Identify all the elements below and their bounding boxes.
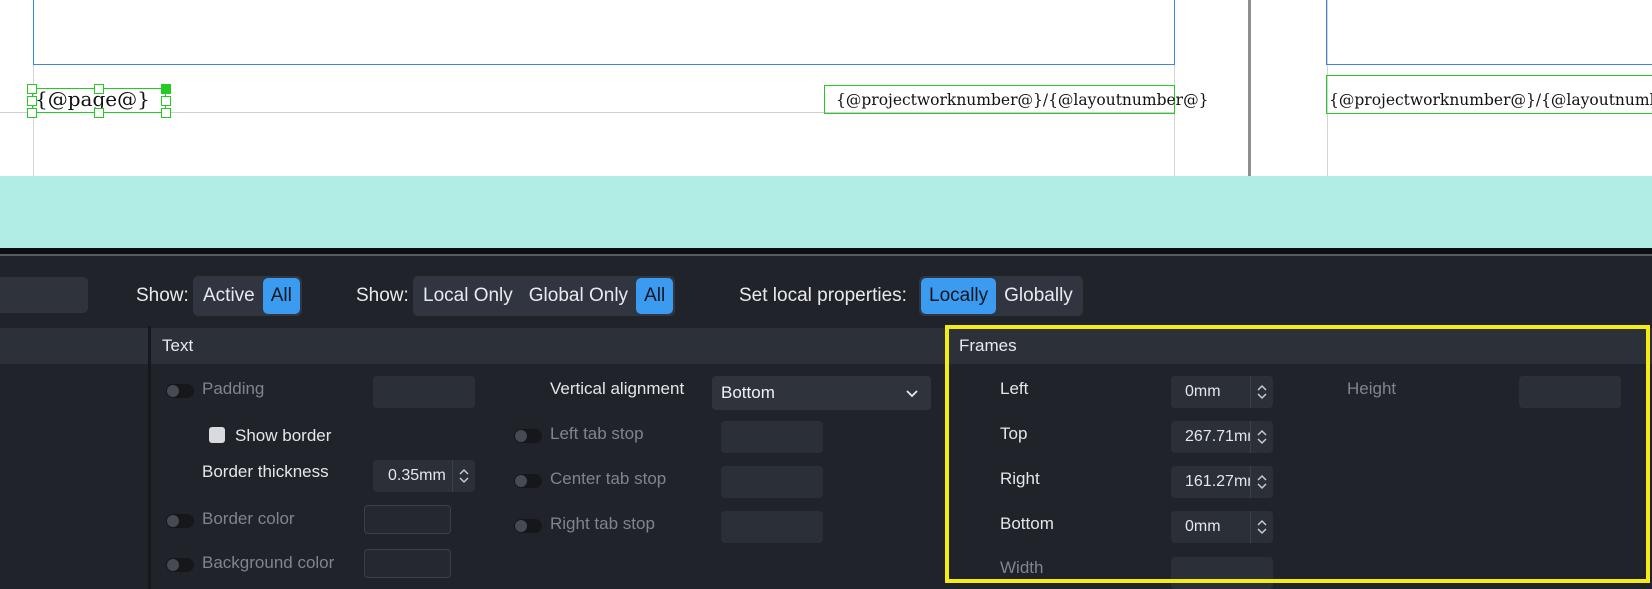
show-all-button-2[interactable]: All [636,278,674,314]
resize-handle-mr[interactable] [161,96,171,106]
show-border-checkbox[interactable] [209,427,225,443]
show-all-button[interactable]: All [262,278,300,314]
border-color-swatch[interactable] [364,505,451,534]
bottom-spin[interactable] [1250,511,1273,543]
resize-handle-bl[interactable] [27,108,37,118]
left-panel-header [0,328,159,364]
background-color-label: Background color [202,553,335,572]
vertical-alignment-label: Vertical alignment [550,379,685,398]
page-separator [1248,0,1251,176]
left-label: Left [1000,379,1029,398]
global-only-button[interactable]: Global Only [521,278,636,314]
padding-toggle[interactable] [166,384,194,398]
chevron-down-icon[interactable] [1256,482,1268,490]
chevron-down-icon[interactable] [1256,527,1268,535]
center-tab-stop-toggle[interactable] [514,474,542,488]
page-number-field: {@page@} [35,87,150,111]
search-input[interactable] [0,277,88,313]
text-panel-title: Text [162,336,194,355]
resize-handle-tc[interactable] [94,84,104,94]
resize-handle-ml[interactable] [27,96,37,106]
resize-handle-tr[interactable] [161,84,171,94]
height-input[interactable] [1519,376,1621,408]
set-local-label: Set local properties: [739,285,907,306]
padding-label: Padding [202,379,265,398]
resize-handle-br[interactable] [161,108,171,118]
local-only-button[interactable]: Local Only [415,278,521,314]
left-tab-stop-input[interactable] [721,421,823,453]
footer-number-field: {@projectworknumber@}/{@layoutnumber@} [836,91,1209,109]
border-thickness-value: 0.35mm [388,467,446,484]
resize-handle-tl[interactable] [27,84,37,94]
footer-number-frame-page2[interactable]: {@projectworknumber@}/{@layoutnumber@ [1326,75,1652,114]
left-spin[interactable] [1250,376,1273,408]
padding-input[interactable] [373,376,475,408]
vertical-alignment-value: Bottom [721,383,775,402]
bottom-label: Bottom [1000,514,1054,533]
chevron-up-icon[interactable] [1256,384,1268,392]
bottom-value: 0mm [1185,518,1221,535]
left-tab-stop-toggle[interactable] [514,429,542,443]
chevron-up-icon[interactable] [458,468,470,476]
right-tab-stop-input[interactable] [721,511,823,543]
right-value: 161.27mm [1185,473,1250,490]
bottom-stepper[interactable]: 0mm [1171,511,1273,543]
border-thickness-stepper[interactable]: 0.35mm [373,460,475,492]
border-color-label: Border color [202,509,295,528]
locally-button[interactable]: Locally [921,278,997,314]
border-color-toggle[interactable] [166,514,194,528]
text-panel-header: Text [151,328,956,364]
show-scope-toggle: Active All [193,276,302,316]
properties-toolbar: Show: Active All Show: Local Only Global… [0,256,1652,326]
left-stepper[interactable]: 0mm [1171,376,1273,408]
right-stepper[interactable]: 161.27mm [1171,466,1273,498]
top-value: 267.71mm [1185,428,1250,445]
show-active-button[interactable]: Active [195,278,263,314]
background-color-toggle[interactable] [166,558,194,572]
center-tab-stop-input[interactable] [721,466,823,498]
left-panel [0,326,159,589]
chevron-up-icon[interactable] [1256,474,1268,482]
frames-panel: Frames Left 0mm Height Top 267.71mm Righ… [945,326,1652,589]
chevron-up-icon[interactable] [1256,429,1268,437]
right-tab-stop-toggle[interactable] [514,519,542,533]
canvas-background[interactable] [0,176,1652,248]
show-label: Show: [136,285,189,306]
resize-handle-bc[interactable] [94,108,104,118]
top-label: Top [1000,424,1028,443]
text-panel: Text Padding Show border Border thicknes… [151,326,956,589]
border-thickness-spin[interactable] [452,460,475,492]
vertical-alignment-select[interactable]: Bottom [712,376,931,410]
show-border-label: Show border [235,426,332,445]
chevron-down-icon[interactable] [1256,392,1268,400]
left-value: 0mm [1185,383,1221,400]
footer-number-field-page2: {@projectworknumber@}/{@layoutnumber@ [1329,91,1652,109]
left-tab-stop-label: Left tab stop [550,424,644,443]
border-thickness-label: Border thickness [202,462,329,481]
show-locality-toggle: Local Only Global Only All [413,276,676,316]
height-label: Height [1347,379,1397,398]
top-spin[interactable] [1250,421,1273,453]
frames-panel-header: Frames [945,328,1652,364]
footer-number-frame[interactable]: {@projectworknumber@}/{@layoutnumber@} [824,85,1208,114]
show-label-2: Show: [356,285,409,306]
right-spin[interactable] [1250,466,1273,498]
top-stepper[interactable]: 267.71mm [1171,421,1273,453]
background-color-swatch[interactable] [364,549,451,578]
chevron-down-icon[interactable] [458,476,470,484]
center-tab-stop-label: Center tab stop [550,469,667,488]
layout-canvas[interactable]: {@page@} {@projectworknumber@}/{@layoutn… [0,0,1652,176]
width-label: Width [1000,558,1044,577]
content-frame[interactable] [33,0,1175,65]
globally-button[interactable]: Globally [996,278,1081,314]
set-local-toggle: Locally Globally [919,276,1083,316]
chevron-down-icon[interactable] [1256,437,1268,445]
right-label: Right [1000,469,1040,488]
right-tab-stop-label: Right tab stop [550,514,655,533]
width-input[interactable] [1171,557,1273,589]
frames-panel-title: Frames [959,336,1017,355]
content-frame-page2[interactable] [1326,0,1652,65]
chevron-down-icon [906,389,918,397]
chevron-up-icon[interactable] [1256,519,1268,527]
